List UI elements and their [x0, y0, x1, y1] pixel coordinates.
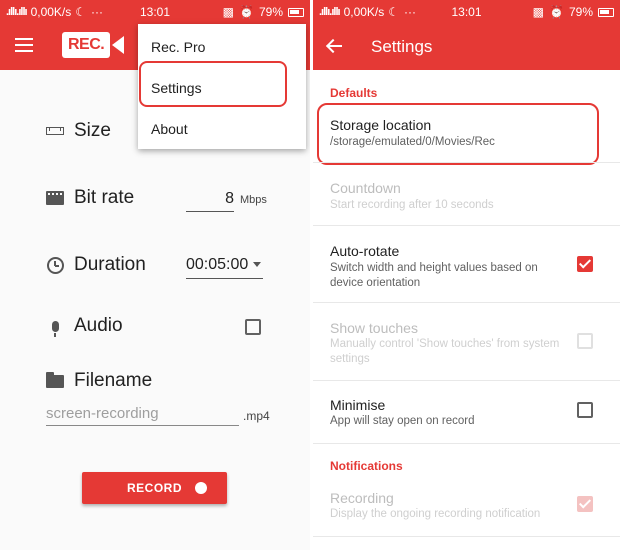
- pref-title: Auto-rotate: [330, 243, 400, 259]
- battery-percent: 79%: [568, 5, 593, 19]
- divider: [313, 162, 620, 163]
- film-icon: [44, 191, 66, 205]
- back-arrow-icon[interactable]: [326, 38, 342, 54]
- wifi-icon: ☾: [388, 5, 400, 19]
- more-notifications-icon: ···: [404, 5, 417, 19]
- menu-icon[interactable]: [15, 38, 33, 52]
- recording-notification-checkbox: [577, 496, 593, 512]
- signal-icon: .ıllı.ıllı: [6, 6, 28, 18]
- battery-percent: 79%: [258, 5, 283, 19]
- vibrate-icon: ▩: [222, 5, 235, 19]
- battery-icon: [598, 7, 614, 17]
- network-speed: 0,00K/s: [30, 5, 72, 19]
- pref-title: Recording: [330, 490, 394, 506]
- menu-item-settings[interactable]: Settings: [151, 80, 202, 96]
- pref-summary: Manually control 'Show touches' from sys…: [330, 338, 560, 365]
- battery-icon: [288, 7, 304, 17]
- pref-title: Show touches: [330, 320, 418, 336]
- record-label: RECORD: [126, 481, 182, 495]
- record-button[interactable]: RECORD: [82, 472, 227, 504]
- vibrate-icon: ▩: [532, 5, 545, 19]
- section-defaults: Defaults: [330, 86, 378, 100]
- logo-text: REC.: [62, 32, 111, 58]
- bitrate-row: Bit rate: [44, 187, 134, 209]
- section-notifications: Notifications: [330, 459, 403, 473]
- filename-label: Filename: [74, 370, 153, 391]
- size-row[interactable]: Size: [44, 120, 111, 142]
- pref-summary: Switch width and height values based on …: [330, 262, 538, 289]
- bitrate-input[interactable]: 8: [186, 190, 234, 212]
- pref-title: Storage location: [330, 117, 432, 133]
- alarm-icon: ⏰: [239, 5, 254, 19]
- pref-title: Countdown: [330, 180, 401, 196]
- minimise-checkbox[interactable]: [577, 402, 593, 418]
- network-speed: 0,00K/s: [343, 5, 385, 19]
- status-bar-right: .ıllı.ıllı 0,00K/s ☾ ··· 13:01 ▩ ⏰ 79%: [313, 0, 620, 24]
- folder-icon: [44, 371, 66, 388]
- settings-app-bar: Settings: [313, 24, 620, 70]
- more-notifications-icon: ···: [91, 5, 104, 19]
- audio-row: Audio: [44, 315, 123, 337]
- menu-item-about[interactable]: About: [151, 121, 188, 137]
- bitrate-unit: Mbps: [240, 194, 267, 206]
- pref-title: Minimise: [330, 397, 386, 413]
- signal-icon: .ıllı.ıllı: [319, 6, 341, 18]
- size-label: Size: [74, 120, 111, 141]
- duration-row: Duration: [44, 254, 146, 276]
- divider: [313, 443, 620, 444]
- pref-summary: /storage/emulated/0/Movies/Rec: [330, 136, 495, 148]
- alarm-icon: ⏰: [549, 5, 564, 19]
- duration-dropdown[interactable]: 00:05:00: [186, 256, 263, 279]
- filename-row: Filename: [44, 370, 152, 392]
- filename-extension: .mp4: [243, 409, 270, 423]
- auto-rotate-checkbox[interactable]: [577, 256, 593, 272]
- page-title: Settings: [371, 37, 433, 56]
- ruler-icon: [44, 127, 66, 135]
- settings-screen: .ıllı.ıllı 0,00K/s ☾ ··· 13:01 ▩ ⏰ 79% S…: [313, 0, 620, 550]
- record-dot-icon: [195, 482, 207, 494]
- divider: [313, 380, 620, 381]
- overflow-menu: Rec. Pro Settings About: [138, 24, 306, 149]
- chevron-down-icon: [253, 262, 262, 268]
- microphone-icon: [44, 320, 66, 337]
- storage-highlight-annotation: [317, 103, 599, 165]
- duration-value: 00:05:00: [186, 256, 249, 273]
- filename-input[interactable]: screen-recording: [46, 405, 239, 426]
- pref-summary: App will stay open on record: [330, 415, 475, 427]
- pref-summary: Display the ongoing recording notificati…: [330, 508, 541, 520]
- status-bar: .ıllı.ıllı 0,00K/s ☾ ··· 13:01 ▩ ⏰ 79%: [0, 0, 310, 24]
- menu-item-rec-pro[interactable]: Rec. Pro: [151, 39, 205, 55]
- pref-summary: Start recording after 10 seconds: [330, 199, 494, 211]
- app-logo: REC.: [62, 32, 125, 58]
- duration-label: Duration: [74, 254, 146, 275]
- camera-icon: [112, 36, 125, 54]
- divider: [313, 225, 620, 226]
- main-screen: .ıllı.ıllı 0,00K/s ☾ ··· 13:01 ▩ ⏰ 79% R…: [0, 0, 310, 550]
- bitrate-label: Bit rate: [74, 187, 135, 208]
- audio-checkbox[interactable]: [245, 319, 261, 335]
- audio-label: Audio: [74, 315, 123, 336]
- divider: [313, 302, 620, 303]
- wifi-icon: ☾: [75, 5, 87, 19]
- clock-icon: [44, 256, 66, 274]
- divider: [313, 536, 620, 537]
- show-touches-checkbox: [577, 333, 593, 349]
